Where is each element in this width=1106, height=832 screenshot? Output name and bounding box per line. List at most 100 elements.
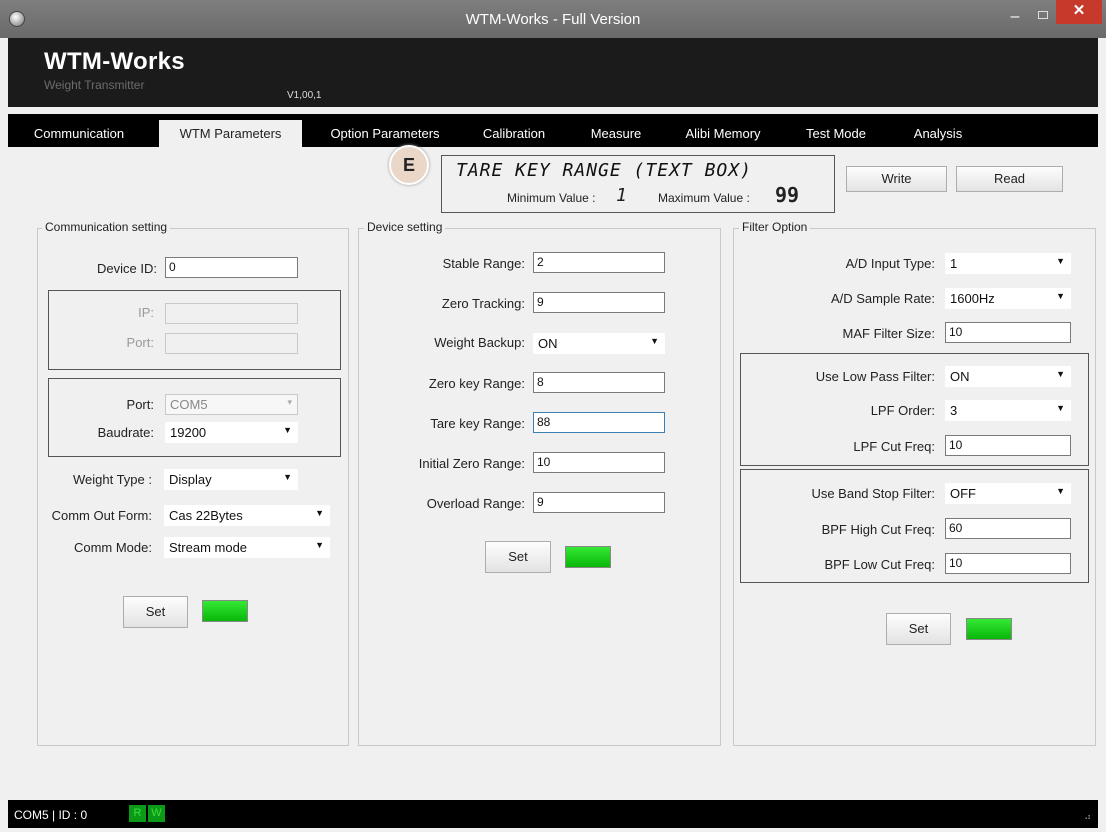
- ad-input-type-select[interactable]: 1 ▼: [945, 253, 1071, 274]
- filter-option-legend: Filter Option: [739, 220, 811, 234]
- comm-mode-value: Stream mode: [169, 540, 248, 555]
- zero-key-range-input[interactable]: 8: [533, 372, 665, 393]
- bpf-high-cut-freq-label: BPF High Cut Freq:: [821, 522, 935, 537]
- network-port-label: Port:: [126, 335, 154, 350]
- chevron-down-icon: ▼: [650, 336, 659, 346]
- filter-status-led: [966, 618, 1012, 640]
- chevron-down-icon: ▼: [315, 508, 324, 518]
- callout-badge: E: [389, 145, 429, 185]
- min-value: 1: [616, 185, 627, 206]
- tab-test-mode[interactable]: Test Mode: [790, 120, 882, 147]
- device-set-button[interactable]: Set: [485, 541, 551, 573]
- chevron-down-icon: ▼: [1056, 291, 1065, 301]
- device-status-led: [565, 546, 611, 568]
- minimize-button[interactable]: –: [1003, 8, 1027, 26]
- device-id-input[interactable]: 0: [165, 257, 298, 278]
- use-band-stop-filter-value: OFF: [950, 486, 976, 501]
- app-name: WTM-Works: [44, 48, 185, 75]
- chevron-down-icon: ▾: [287, 397, 292, 407]
- serial-port-label: Port:: [126, 397, 154, 412]
- use-low-pass-filter-select[interactable]: ON ▼: [945, 366, 1071, 387]
- chevron-down-icon: ▼: [283, 472, 292, 482]
- initial-zero-range-input[interactable]: 10: [533, 452, 665, 473]
- read-button[interactable]: Read: [956, 166, 1063, 192]
- lpf-order-value: 3: [950, 403, 958, 418]
- network-frame: [48, 290, 341, 370]
- maximize-icon: [1038, 11, 1048, 19]
- initial-zero-range-label: Initial Zero Range:: [418, 456, 525, 471]
- baudrate-value: 19200: [170, 425, 207, 440]
- bpf-high-cut-freq-input[interactable]: 60: [945, 518, 1071, 539]
- communication-set-button[interactable]: Set: [123, 596, 188, 628]
- ad-sample-rate-select[interactable]: 1600Hz ▼: [945, 288, 1071, 309]
- ad-input-type-value: 1: [950, 256, 958, 271]
- zero-tracking-label: Zero Tracking:: [441, 296, 525, 311]
- serial-port-value: COM5: [170, 397, 208, 412]
- write-button[interactable]: Write: [846, 166, 947, 192]
- use-low-pass-filter-label: Use Low Pass Filter:: [815, 369, 935, 384]
- comm-mode-select[interactable]: Stream mode ▼: [164, 537, 330, 558]
- tab-calibration[interactable]: Calibration: [467, 120, 561, 147]
- app-subtitle: Weight Transmitter: [44, 78, 145, 92]
- min-value-label: Minimum Value :: [507, 191, 596, 205]
- comm-out-form-value: Cas 22Bytes: [169, 508, 243, 523]
- stable-range-label: Stable Range:: [442, 256, 525, 271]
- tare-key-range-input[interactable]: 88: [533, 412, 665, 433]
- app-version: V1,00,1: [287, 90, 322, 101]
- overload-range-input[interactable]: 9: [533, 492, 665, 513]
- resize-grip-icon[interactable]: ⠴: [1084, 812, 1091, 823]
- max-value: 99: [775, 183, 800, 207]
- maf-filter-size-input[interactable]: 10: [945, 322, 1071, 343]
- tab-alibi-memory[interactable]: Alibi Memory: [670, 120, 776, 147]
- close-button[interactable]: ✕: [1056, 0, 1102, 24]
- use-low-pass-filter-value: ON: [950, 369, 970, 384]
- ad-sample-rate-value: 1600Hz: [950, 291, 995, 306]
- zero-key-range-label: Zero key Range:: [428, 376, 525, 391]
- bpf-low-cut-freq-label: BPF Low Cut Freq:: [824, 557, 935, 572]
- lpf-cut-freq-input[interactable]: 10: [945, 435, 1071, 456]
- baudrate-select[interactable]: 19200 ▼: [165, 422, 298, 443]
- bpf-low-cut-freq-input[interactable]: 10: [945, 553, 1071, 574]
- zero-tracking-input[interactable]: 9: [533, 292, 665, 313]
- weight-type-label: Weight Type :: [72, 472, 152, 487]
- write-indicator: W: [148, 805, 165, 822]
- ip-label: IP:: [138, 305, 154, 320]
- weight-type-value: Display: [169, 472, 212, 487]
- chevron-down-icon: ▼: [283, 425, 292, 435]
- connection-status: COM5 | ID : 0: [14, 808, 88, 822]
- use-band-stop-filter-label: Use Band Stop Filter:: [811, 486, 935, 501]
- device-setting-legend: Device setting: [364, 220, 446, 234]
- maximize-button[interactable]: [1032, 7, 1054, 25]
- chevron-down-icon: ▼: [1056, 256, 1065, 266]
- window-title: WTM-Works - Full Version: [465, 11, 641, 28]
- tab-measure[interactable]: Measure: [576, 120, 656, 147]
- help-title: TARE KEY RANGE (TEXT BOX): [456, 160, 752, 181]
- lpf-order-select[interactable]: 3 ▼: [945, 400, 1071, 421]
- tab-wtm-parameters[interactable]: WTM Parameters: [159, 120, 302, 147]
- max-value-label: Maximum Value :: [658, 191, 750, 205]
- comm-mode-label: Comm Mode:: [73, 540, 152, 555]
- use-band-stop-filter-select[interactable]: OFF ▼: [945, 483, 1071, 504]
- tab-option-parameters[interactable]: Option Parameters: [320, 120, 450, 147]
- chevron-down-icon: ▼: [1056, 486, 1065, 496]
- device-id-label: Device ID:: [97, 261, 157, 276]
- communication-setting-legend: Communication setting: [42, 220, 171, 234]
- tab-communication[interactable]: Communication: [17, 120, 141, 147]
- stable-range-input[interactable]: 2: [533, 252, 665, 273]
- network-port-input[interactable]: [165, 333, 298, 354]
- weight-type-select[interactable]: Display ▼: [164, 469, 298, 490]
- ad-sample-rate-label: A/D Sample Rate:: [830, 291, 935, 306]
- ad-input-type-label: A/D Input Type:: [845, 256, 935, 271]
- weight-backup-select[interactable]: ON ▼: [533, 333, 665, 354]
- filter-set-button[interactable]: Set: [886, 613, 951, 645]
- chevron-down-icon: ▼: [315, 540, 324, 550]
- chevron-down-icon: ▼: [1056, 403, 1065, 413]
- comm-out-form-select[interactable]: Cas 22Bytes ▼: [164, 505, 330, 526]
- serial-port-select[interactable]: COM5 ▾: [165, 394, 298, 415]
- baudrate-label: Baudrate:: [97, 425, 154, 440]
- tab-analysis[interactable]: Analysis: [896, 120, 980, 147]
- comm-out-form-label: Comm Out Form:: [51, 508, 152, 523]
- weight-backup-value: ON: [538, 336, 558, 351]
- ip-input[interactable]: [165, 303, 298, 324]
- overload-range-label: Overload Range:: [426, 496, 525, 511]
